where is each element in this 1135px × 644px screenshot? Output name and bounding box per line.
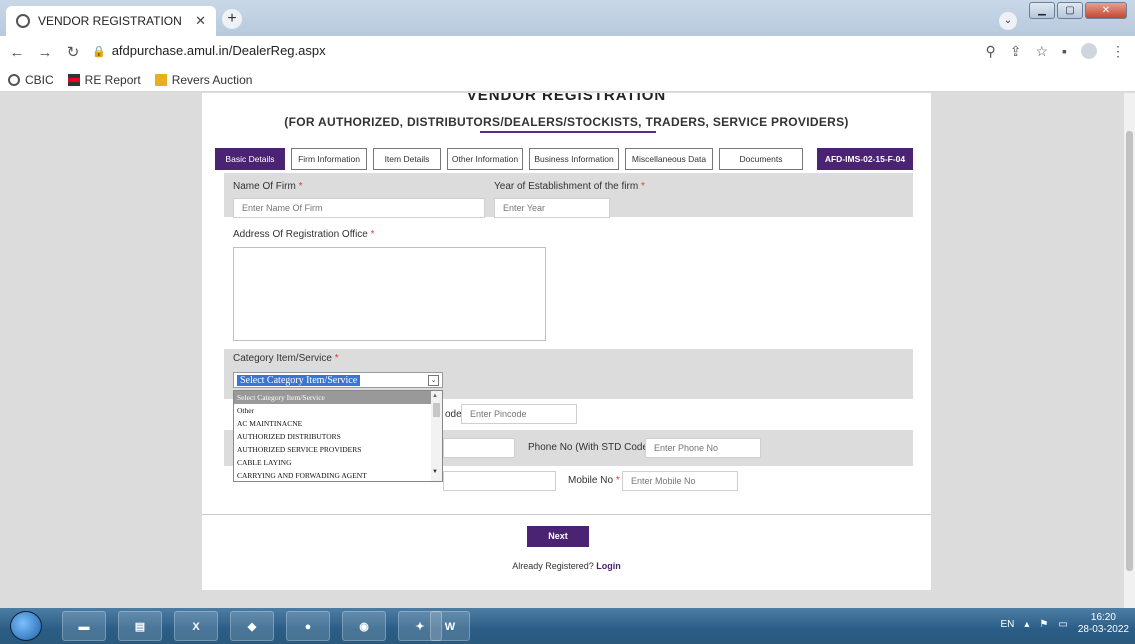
name-of-firm-label: Name Of Firm * bbox=[233, 181, 303, 192]
bookmark-cbic[interactable]: CBIC bbox=[8, 73, 54, 87]
browser-toolbar: ← → ↻ 🔒 afdpurchase.amul.in/DealerReg.asp… bbox=[0, 36, 1135, 68]
back-icon[interactable]: ← bbox=[6, 44, 28, 61]
page-viewport: VENDOR REGISTRATION (FOR AUTHORIZED, DIS… bbox=[0, 93, 1124, 608]
taskbar-app-icon[interactable]: ▬ bbox=[62, 611, 106, 641]
tab-miscellaneous-data[interactable]: Miscellaneous Data bbox=[625, 148, 713, 170]
zoom-icon[interactable]: ⚲ bbox=[985, 43, 995, 60]
chevron-down-icon[interactable]: ⌄ bbox=[428, 375, 439, 386]
email-input[interactable] bbox=[443, 471, 556, 491]
taskbar-app-icon[interactable]: ◆ bbox=[230, 611, 274, 641]
address-textarea[interactable] bbox=[233, 247, 546, 341]
sidepanel-icon[interactable]: ▪ bbox=[1062, 43, 1067, 60]
category-select[interactable]: Select Category Item/Service ⌄ bbox=[233, 372, 443, 388]
pincode-input[interactable] bbox=[461, 404, 577, 424]
mobile-input[interactable] bbox=[622, 471, 738, 491]
clock[interactable]: 16:20 28-03-2022 bbox=[1078, 612, 1129, 636]
tab-item-details[interactable]: Item Details bbox=[373, 148, 441, 170]
url-text: afdpurchase.amul.in/DealerReg.aspx bbox=[111, 43, 326, 58]
network-icon[interactable]: ▭ bbox=[1058, 619, 1067, 630]
form-code-badge: AFD-IMS-02-15-F-04 bbox=[817, 148, 913, 170]
forward-icon[interactable]: → bbox=[34, 44, 56, 61]
bookmark-revers-auction[interactable]: Revers Auction bbox=[154, 73, 252, 87]
profile-avatar[interactable] bbox=[1081, 43, 1097, 59]
window-controls: ▁ ▢ ✕ bbox=[1029, 2, 1127, 19]
address-bar[interactable]: 🔒 afdpurchase.amul.in/DealerReg.aspx bbox=[92, 43, 326, 58]
login-link[interactable]: Login bbox=[596, 561, 621, 571]
bookmark-re-report[interactable]: RE Report bbox=[67, 73, 141, 87]
next-button[interactable]: Next bbox=[527, 526, 589, 547]
year-label: Year of Establishment of the firm * bbox=[494, 181, 645, 192]
auction-icon bbox=[154, 73, 167, 86]
tray-arrow-icon[interactable]: ▴ bbox=[1024, 619, 1029, 630]
city-input[interactable] bbox=[443, 438, 515, 458]
category-label: Category Item/Service * bbox=[233, 353, 339, 364]
divider bbox=[202, 514, 931, 515]
browser-tab-strip: VENDOR REGISTRATION ✕ + ⌄ ▁ ▢ ✕ bbox=[0, 0, 1135, 36]
year-input[interactable] bbox=[494, 198, 610, 218]
scroll-thumb[interactable] bbox=[433, 403, 440, 417]
name-of-firm-input[interactable] bbox=[233, 198, 485, 218]
globe-icon bbox=[8, 73, 20, 86]
word-icon[interactable]: W bbox=[430, 611, 470, 641]
scroll-down-icon[interactable]: ▼ bbox=[432, 469, 438, 475]
new-tab-button[interactable]: + bbox=[222, 9, 242, 29]
phone-label: Phone No (With STD Code) bbox=[528, 442, 652, 453]
explorer-icon[interactable]: ▤ bbox=[118, 611, 162, 641]
start-button[interactable] bbox=[10, 611, 42, 641]
taskbar-app-icon[interactable]: ● bbox=[286, 611, 330, 641]
phone-input[interactable] bbox=[645, 438, 761, 458]
language-indicator[interactable]: EN bbox=[1000, 619, 1014, 630]
lock-icon: 🔒 bbox=[92, 46, 106, 58]
tab-firm-information[interactable]: Firm Information bbox=[291, 148, 367, 170]
browser-tab[interactable]: VENDOR REGISTRATION ✕ bbox=[6, 6, 216, 36]
page-scrollbar[interactable] bbox=[1124, 93, 1135, 608]
star-icon[interactable]: ☆ bbox=[1035, 43, 1048, 60]
minimize-button[interactable]: ▁ bbox=[1029, 2, 1055, 19]
tab-basic-details[interactable]: Basic Details bbox=[215, 148, 285, 170]
dropdown-scrollbar[interactable]: ▲ ▼ bbox=[431, 391, 442, 481]
list-item[interactable]: CARRYING AND FORWADING AGENT bbox=[234, 469, 431, 482]
list-item[interactable]: AUTHORIZED SERVICE PROVIDERS bbox=[234, 443, 431, 456]
list-item[interactable]: CABLE LAYING bbox=[234, 456, 431, 469]
chrome-icon[interactable]: ◉ bbox=[342, 611, 386, 641]
already-registered-text: Already Registered? Login bbox=[512, 561, 621, 571]
pincode-label: ode bbox=[445, 409, 462, 420]
registration-card: VENDOR REGISTRATION (FOR AUTHORIZED, DIS… bbox=[202, 93, 931, 590]
system-tray: EN ▴ ⚑ ▭ 16:20 28-03-2022 bbox=[1000, 612, 1129, 636]
mobile-label: Mobile No * bbox=[568, 475, 620, 486]
share-icon[interactable]: ⇪ bbox=[1010, 43, 1022, 60]
list-item[interactable]: Other bbox=[234, 404, 431, 417]
close-window-button[interactable]: ✕ bbox=[1085, 2, 1127, 19]
list-item[interactable]: AUTHORIZED DISTRIBUTORS bbox=[234, 430, 431, 443]
address-label: Address Of Registration Office * bbox=[233, 229, 375, 240]
category-selected-value: Select Category Item/Service bbox=[237, 375, 361, 386]
list-item[interactable]: AC MAINTINACNE bbox=[234, 417, 431, 430]
title-underline bbox=[480, 131, 656, 133]
tab-search-icon[interactable]: ⌄ bbox=[999, 12, 1017, 30]
windows-taskbar: ▬ ▤ X ◆ ● ◉ ✦ W EN ▴ ⚑ ▭ 16:20 28-03-202… bbox=[0, 608, 1135, 644]
basic-details-form: Name Of Firm * Year of Establishment of … bbox=[224, 173, 913, 568]
tab-business-information[interactable]: Business Information bbox=[529, 148, 619, 170]
form-tabs: Basic Details Firm Information Item Deta… bbox=[215, 148, 923, 170]
tab-other-information[interactable]: Other Information bbox=[447, 148, 523, 170]
toolbar-actions: ⚲ ⇪ ☆ ▪ ⋮ bbox=[985, 43, 1125, 60]
globe-icon bbox=[16, 14, 30, 28]
page-subtitle: (FOR AUTHORIZED, DISTRIBUTORS/DEALERS/ST… bbox=[284, 115, 849, 129]
menu-icon[interactable]: ⋮ bbox=[1111, 43, 1125, 60]
flag-icon bbox=[67, 73, 80, 86]
flag-icon[interactable]: ⚑ bbox=[1039, 619, 1048, 630]
excel-icon[interactable]: X bbox=[174, 611, 218, 641]
reload-icon[interactable]: ↻ bbox=[62, 43, 84, 61]
page-title: VENDOR REGISTRATION bbox=[466, 93, 667, 104]
close-tab-icon[interactable]: ✕ bbox=[195, 13, 206, 29]
maximize-button[interactable]: ▢ bbox=[1057, 2, 1083, 19]
tab-title: VENDOR REGISTRATION bbox=[38, 14, 182, 28]
scroll-up-icon[interactable]: ▲ bbox=[432, 393, 438, 399]
list-item[interactable]: Select Category Item/Service bbox=[234, 391, 431, 404]
bookmarks-bar: CBIC RE Report Revers Auction bbox=[0, 68, 1135, 92]
tab-documents[interactable]: Documents bbox=[719, 148, 803, 170]
category-dropdown-list[interactable]: Select Category Item/Service Other AC MA… bbox=[233, 390, 443, 482]
scroll-thumb[interactable] bbox=[1126, 131, 1133, 571]
